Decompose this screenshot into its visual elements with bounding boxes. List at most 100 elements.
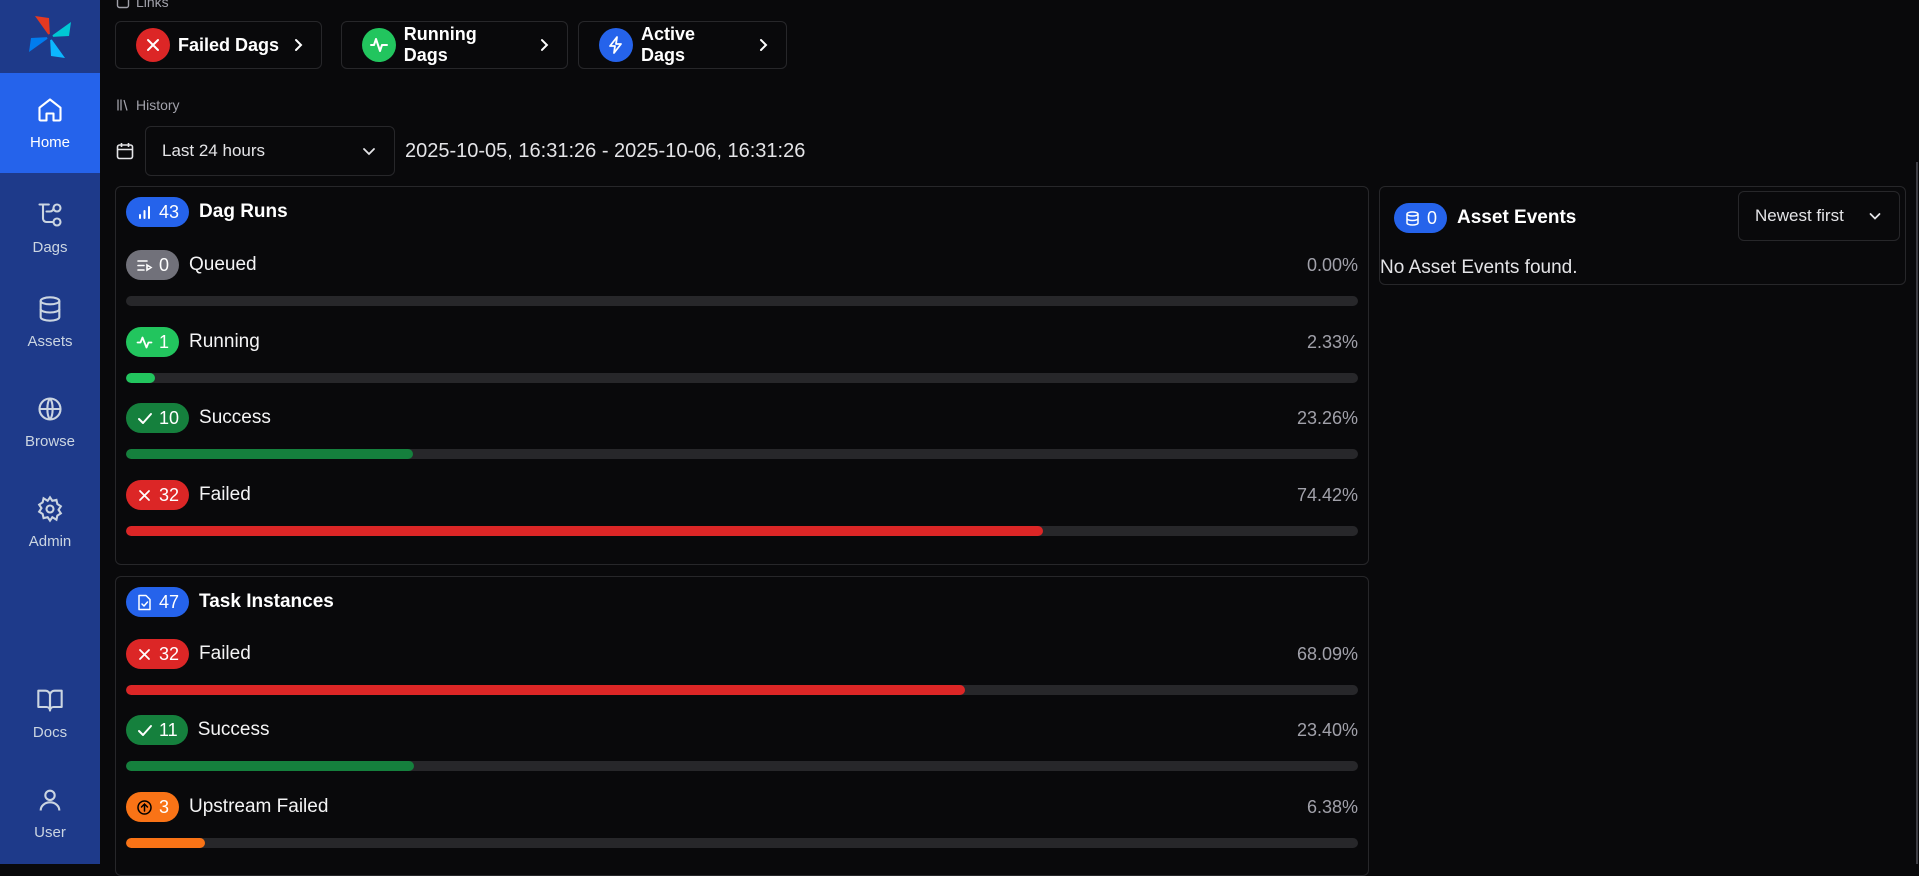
x-icon [139, 648, 150, 660]
asset-events-empty-message: No Asset Events found. [1380, 257, 1578, 278]
task-success-label: Success [197, 719, 270, 740]
running-pct: 2.33% [1306, 331, 1358, 352]
airflow-logo[interactable] [25, 12, 75, 62]
progress-track [126, 838, 1358, 848]
chevron-down-icon [363, 148, 375, 156]
activity-icon [362, 28, 396, 62]
queued-count: 0 [159, 254, 170, 275]
failed-dags-button[interactable]: Failed Dags [115, 21, 322, 69]
running-count: 1 [159, 331, 170, 352]
chevron-down-icon [1869, 213, 1881, 220]
bar-chart-icon [139, 205, 150, 219]
progress-track [126, 761, 1358, 771]
task-row-success[interactable]: 11 Success 23.40% [126, 715, 1358, 771]
user-icon [39, 789, 61, 811]
date-range-text: 2025-10-05, 16:31:26 - 2025-10-06, 16:31… [405, 140, 806, 162]
nav-assets-label: Assets [27, 332, 73, 350]
nav-docs[interactable]: Docs [0, 663, 100, 763]
dags-icon [38, 202, 62, 227]
dag-runs-title[interactable]: Dag Runs [199, 201, 288, 223]
nav-user[interactable]: User [0, 763, 100, 863]
dag-runs-row-success[interactable]: 10 Success 23.26% [126, 403, 1358, 459]
history-label-text: History [136, 97, 180, 113]
failed-count: 32 [159, 484, 180, 505]
link-icon [116, 0, 130, 9]
task-row-upstream-failed[interactable]: 3 Upstream Failed 6.38% [126, 792, 1358, 848]
upstream-failed-icon [137, 799, 152, 815]
nav-browse-label: Browse [24, 432, 76, 450]
nav-dags[interactable]: Dags [0, 178, 100, 278]
success-badge: 10 [126, 403, 190, 433]
progress-track [126, 449, 1358, 459]
zap-icon [599, 28, 633, 62]
scrollbar[interactable] [1916, 162, 1918, 864]
upstream-failed-badge: 3 [126, 792, 180, 822]
queued-pct: 0.00% [1306, 254, 1358, 275]
database-icon [1406, 210, 1419, 226]
home-icon [38, 97, 62, 122]
dag-runs-row-failed[interactable]: 32 Failed 74.42% [126, 480, 1358, 536]
nav-admin[interactable]: Admin [0, 472, 100, 572]
failed-label: Failed [199, 484, 251, 505]
book-icon [37, 689, 63, 712]
nav-home-label: Home [29, 133, 70, 151]
task-instances-count: 47 [159, 591, 180, 612]
progress-track [126, 685, 1358, 695]
chevron-right-icon [541, 39, 549, 51]
check-icon [138, 724, 152, 736]
time-range-value: Last 24 hours [162, 141, 266, 160]
dag-runs-row-running[interactable]: 1 Running 2.33% [126, 327, 1358, 383]
nav-admin-label: Admin [28, 532, 72, 550]
failed-badge: 32 [126, 480, 190, 510]
task-instances-header: 47 Task Instances [126, 587, 334, 617]
database-icon [39, 295, 61, 322]
task-failed-count: 32 [159, 643, 180, 664]
task-instances-title[interactable]: Task Instances [199, 591, 334, 613]
failed-badge: 32 [126, 639, 190, 669]
gear-icon [37, 494, 63, 523]
nav-browse[interactable]: Browse [0, 372, 100, 472]
task-upstream-label: Upstream Failed [189, 796, 329, 817]
sort-select[interactable]: Newest first [1738, 191, 1900, 241]
nav-assets[interactable]: Assets [0, 272, 100, 372]
asset-events-card: 0 Asset Events Newest first No Asset Eve… [1379, 186, 1906, 285]
progress-fill [126, 838, 205, 848]
running-dags-label: Running Dags [403, 24, 477, 65]
progress-fill [126, 685, 965, 695]
activity-icon [136, 336, 153, 348]
dag-runs-header: 43 Dag Runs [126, 197, 288, 227]
dag-runs-count: 43 [159, 201, 180, 222]
task-upstream-count: 3 [159, 796, 170, 817]
task-upstream-pct: 6.38% [1306, 796, 1358, 817]
chevron-right-icon [295, 39, 303, 51]
history-section-label: History [116, 97, 180, 113]
task-instances-count-badge: 47 [126, 587, 190, 617]
asset-events-header: 0 Asset Events [1394, 203, 1576, 233]
active-dags-button[interactable]: Active Dags [578, 21, 787, 69]
success-count: 10 [159, 407, 180, 428]
failed-dags-label: Failed Dags [178, 34, 280, 55]
globe-icon [38, 396, 62, 421]
sidebar: Home Dags Assets Browse Admin Docs User [0, 0, 100, 864]
progress-fill [126, 449, 413, 459]
check-icon [138, 412, 152, 424]
dag-runs-row-queued[interactable]: 0 Queued 0.00% [126, 250, 1358, 306]
asset-events-title: Asset Events [1457, 207, 1577, 228]
library-icon [117, 99, 128, 111]
time-range-select[interactable]: Last 24 hours [145, 126, 395, 176]
progress-fill [126, 526, 1043, 536]
calendar-icon [116, 143, 134, 160]
active-dags-label: Active Dags [640, 24, 696, 65]
nav-home[interactable]: Home [0, 73, 100, 173]
task-failed-label: Failed [199, 643, 251, 664]
nav-docs-label: Docs [32, 723, 68, 741]
success-label: Success [199, 407, 271, 428]
task-row-failed[interactable]: 32 Failed 68.09% [126, 639, 1358, 695]
failed-pct: 74.42% [1296, 484, 1358, 505]
running-dags-button[interactable]: Running Dags [341, 21, 568, 69]
task-instances-card: 47 Task Instances 32 Failed 68.09% 11 Su… [115, 576, 1369, 876]
nav-dags-label: Dags [32, 238, 68, 256]
success-badge: 11 [126, 715, 188, 745]
main-content: Links Failed Dags Running Dags Active Da… [100, 0, 1919, 876]
progress-track [126, 526, 1358, 536]
